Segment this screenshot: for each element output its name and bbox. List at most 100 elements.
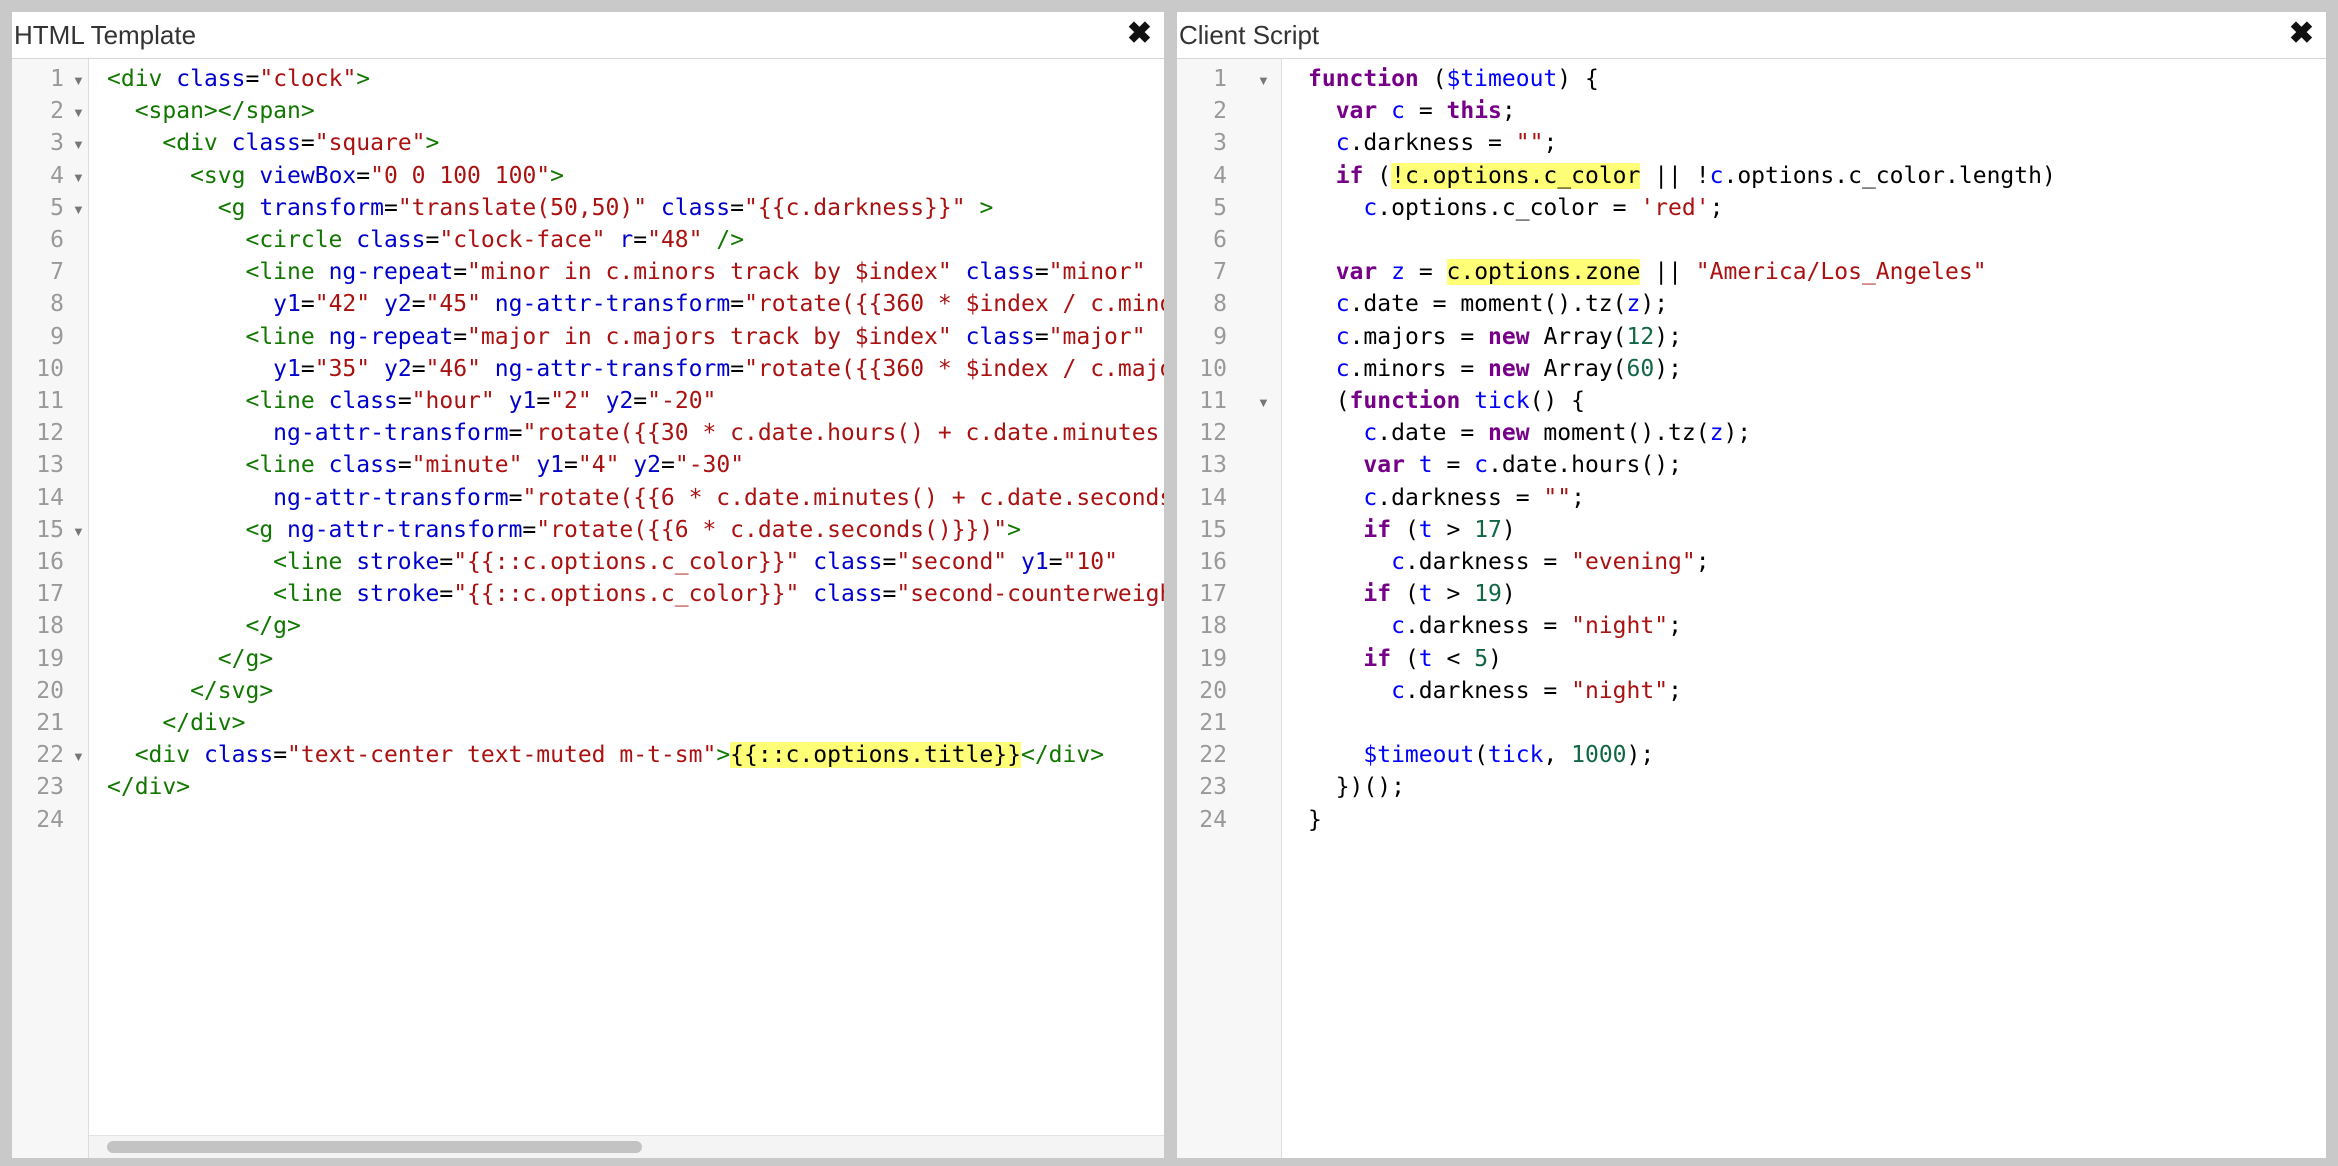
- code-line[interactable]: <g transform="translate(50,50)" class="{…: [107, 195, 994, 221]
- code-line[interactable]: c.date = new moment().tz(z);: [1308, 420, 1751, 446]
- close-icon[interactable]: ✖: [2289, 18, 2314, 50]
- code-line[interactable]: <line stroke="{{::c.options.c_color}}" c…: [107, 549, 1118, 575]
- fold-arrow-icon[interactable]: ▼: [72, 749, 85, 764]
- code-line[interactable]: ng-attr-transform="rotate({{30 * c.date.…: [107, 420, 1164, 446]
- fold-arrow-icon[interactable]: ▼: [72, 202, 85, 217]
- code-token: class: [965, 259, 1035, 286]
- code-token: >: [356, 66, 371, 92]
- code-token: =: [1034, 323, 1049, 350]
- code-line[interactable]: <div class="square">: [107, 130, 439, 156]
- fold-arrow-icon[interactable]: ▼: [1257, 395, 1270, 410]
- code-token: "35": [314, 355, 371, 382]
- code-token: y2: [383, 355, 412, 382]
- code-line[interactable]: </svg>: [107, 678, 273, 704]
- line-number: 24: [1199, 806, 1227, 833]
- code-line[interactable]: <div class="text-center text-muted m-t-s…: [107, 742, 1104, 769]
- code-token: "42": [314, 291, 371, 318]
- code-line[interactable]: var t = c.date.hours();: [1308, 452, 1682, 478]
- code-token: =: [882, 581, 897, 608]
- code-line[interactable]: c.darkness = "night";: [1308, 613, 1682, 639]
- code-token: c: [1391, 613, 1405, 640]
- code-line[interactable]: <line class="minute" y1="4" y2="-30": [107, 452, 744, 478]
- fold-arrow-icon[interactable]: ▼: [72, 73, 85, 88]
- code-line[interactable]: <circle class="clock-face" r="48" />: [107, 227, 744, 253]
- code-token: .darkness =: [1349, 130, 1516, 157]
- code-area[interactable]: <div class="clock"> <span></span> <div c…: [89, 59, 1164, 1158]
- code-token: .options.c_color.length): [1723, 162, 2056, 189]
- code-token: ng-attr-transform: [287, 516, 523, 543]
- code-token: (: [1418, 66, 1447, 92]
- code-line[interactable]: </g>: [107, 613, 300, 639]
- code-line[interactable]: $timeout(tick, 1000);: [1308, 742, 1654, 768]
- code-token: z: [1626, 291, 1641, 318]
- code-line[interactable]: <line class="hour" y1="2" y2="-20": [107, 388, 716, 414]
- code-token: ng-attr-transform: [494, 355, 731, 382]
- code-line[interactable]: if (t < 5): [1308, 646, 1502, 672]
- code-token: ) {: [1557, 66, 1599, 92]
- code-token: =: [411, 291, 426, 318]
- code-line[interactable]: <div class="clock">: [107, 66, 370, 92]
- code-token: "clock": [259, 66, 357, 92]
- line-number: 20: [36, 677, 64, 704]
- horizontal-scrollbar[interactable]: [89, 1135, 1164, 1158]
- code-line[interactable]: y1="35" y2="46" ng-attr-transform="rotat…: [107, 356, 1164, 382]
- code-area[interactable]: function ($timeout) { var c = this; c.da…: [1282, 59, 2326, 1158]
- code-line[interactable]: }: [1308, 807, 1322, 833]
- code-line[interactable]: c.date = moment().tz(z);: [1308, 291, 1668, 317]
- code-line[interactable]: c.darkness = "";: [1308, 485, 1585, 511]
- code-line[interactable]: var c = this;: [1308, 98, 1516, 124]
- code-line[interactable]: function ($timeout) {: [1308, 66, 1599, 92]
- script-code-editor[interactable]: 1 ▼ 2 3 4 5 6 7 8 9 10 11 ▼ 12 13 14 15 16 17 18 19 20 21 22 23 2…: [1177, 59, 2326, 1158]
- code-token: var: [1335, 98, 1378, 125]
- fold-arrow-icon[interactable]: ▼: [72, 524, 85, 539]
- code-line[interactable]: y1="42" y2="45" ng-attr-transform="rotat…: [107, 291, 1164, 317]
- line-number: 17: [36, 581, 64, 608]
- code-token: =: [522, 516, 537, 543]
- code-token: t: [1418, 516, 1433, 543]
- code-token: <line: [107, 388, 329, 414]
- scrollbar-thumb[interactable]: [107, 1141, 642, 1153]
- code-line[interactable]: c.darkness = "night";: [1308, 678, 1682, 704]
- fold-arrow-icon[interactable]: ▼: [72, 105, 85, 120]
- code-line[interactable]: <line ng-repeat="major in c.majors track…: [107, 323, 1146, 350]
- code-line[interactable]: c.darkness = "";: [1308, 130, 1558, 157]
- code-line[interactable]: c.majors = new Array(12);: [1308, 324, 1682, 350]
- code-line[interactable]: <line stroke="{{::c.options.c_color}}" c…: [107, 581, 1164, 607]
- code-line[interactable]: ng-attr-transform="rotate({{6 * c.date.m…: [107, 485, 1164, 511]
- code-line[interactable]: </div>: [107, 774, 190, 800]
- code-line[interactable]: if (t > 17): [1308, 516, 1515, 543]
- code-line[interactable]: })();: [1308, 774, 1405, 800]
- code-line[interactable]: if (!c.options.c_color || !c.options.c_c…: [1308, 162, 2056, 189]
- code-token: ng-repeat: [328, 259, 454, 286]
- code-line[interactable]: c.minors = new Array(60);: [1308, 356, 1682, 382]
- code-token: "major": [1048, 323, 1146, 350]
- code-token: "minor in c.minors track by $index": [467, 259, 952, 286]
- code-token: if: [1363, 645, 1392, 672]
- close-icon[interactable]: ✖: [1127, 18, 1152, 50]
- code-line[interactable]: </div>: [107, 710, 245, 736]
- code-token: =: [425, 227, 440, 253]
- code-line[interactable]: <span></span>: [107, 98, 315, 124]
- code-line[interactable]: c.darkness = "evening";: [1308, 549, 1710, 575]
- fold-arrow-icon[interactable]: ▼: [72, 137, 85, 152]
- code-line[interactable]: (function tick() {: [1308, 388, 1585, 414]
- code-token: );: [1640, 291, 1669, 318]
- code-line[interactable]: </g>: [107, 646, 273, 672]
- html-code-editor[interactable]: 1 ▼ 2 ▼ 3 ▼ 4 ▼ 5 ▼ 6 7 8 9 10 11 12 13 14 15 ▼ 16 17 18 19 20 21 2…: [12, 59, 1164, 1158]
- code-line[interactable]: <g ng-attr-transform="rotate({{6 * c.dat…: [107, 516, 1020, 543]
- fold-arrow-icon[interactable]: ▼: [1257, 73, 1270, 88]
- code-line[interactable]: c.options.c_color = 'red';: [1308, 195, 1723, 221]
- code-line[interactable]: <line ng-repeat="minor in c.minors track…: [107, 259, 1145, 286]
- code-token: <line: [107, 323, 329, 350]
- code-token: =: [300, 355, 315, 382]
- code-line[interactable]: if (t > 19): [1308, 581, 1515, 607]
- fold-arrow-icon[interactable]: ▼: [72, 170, 85, 185]
- code-token: />: [702, 227, 745, 253]
- code-line[interactable]: <svg viewBox="0 0 100 100">: [107, 163, 564, 189]
- panel-header: Client Script ✖: [1177, 12, 2326, 59]
- code-line[interactable]: var z = c.options.zone || "America/Los_A…: [1308, 259, 1987, 286]
- code-token: ,: [1543, 742, 1572, 769]
